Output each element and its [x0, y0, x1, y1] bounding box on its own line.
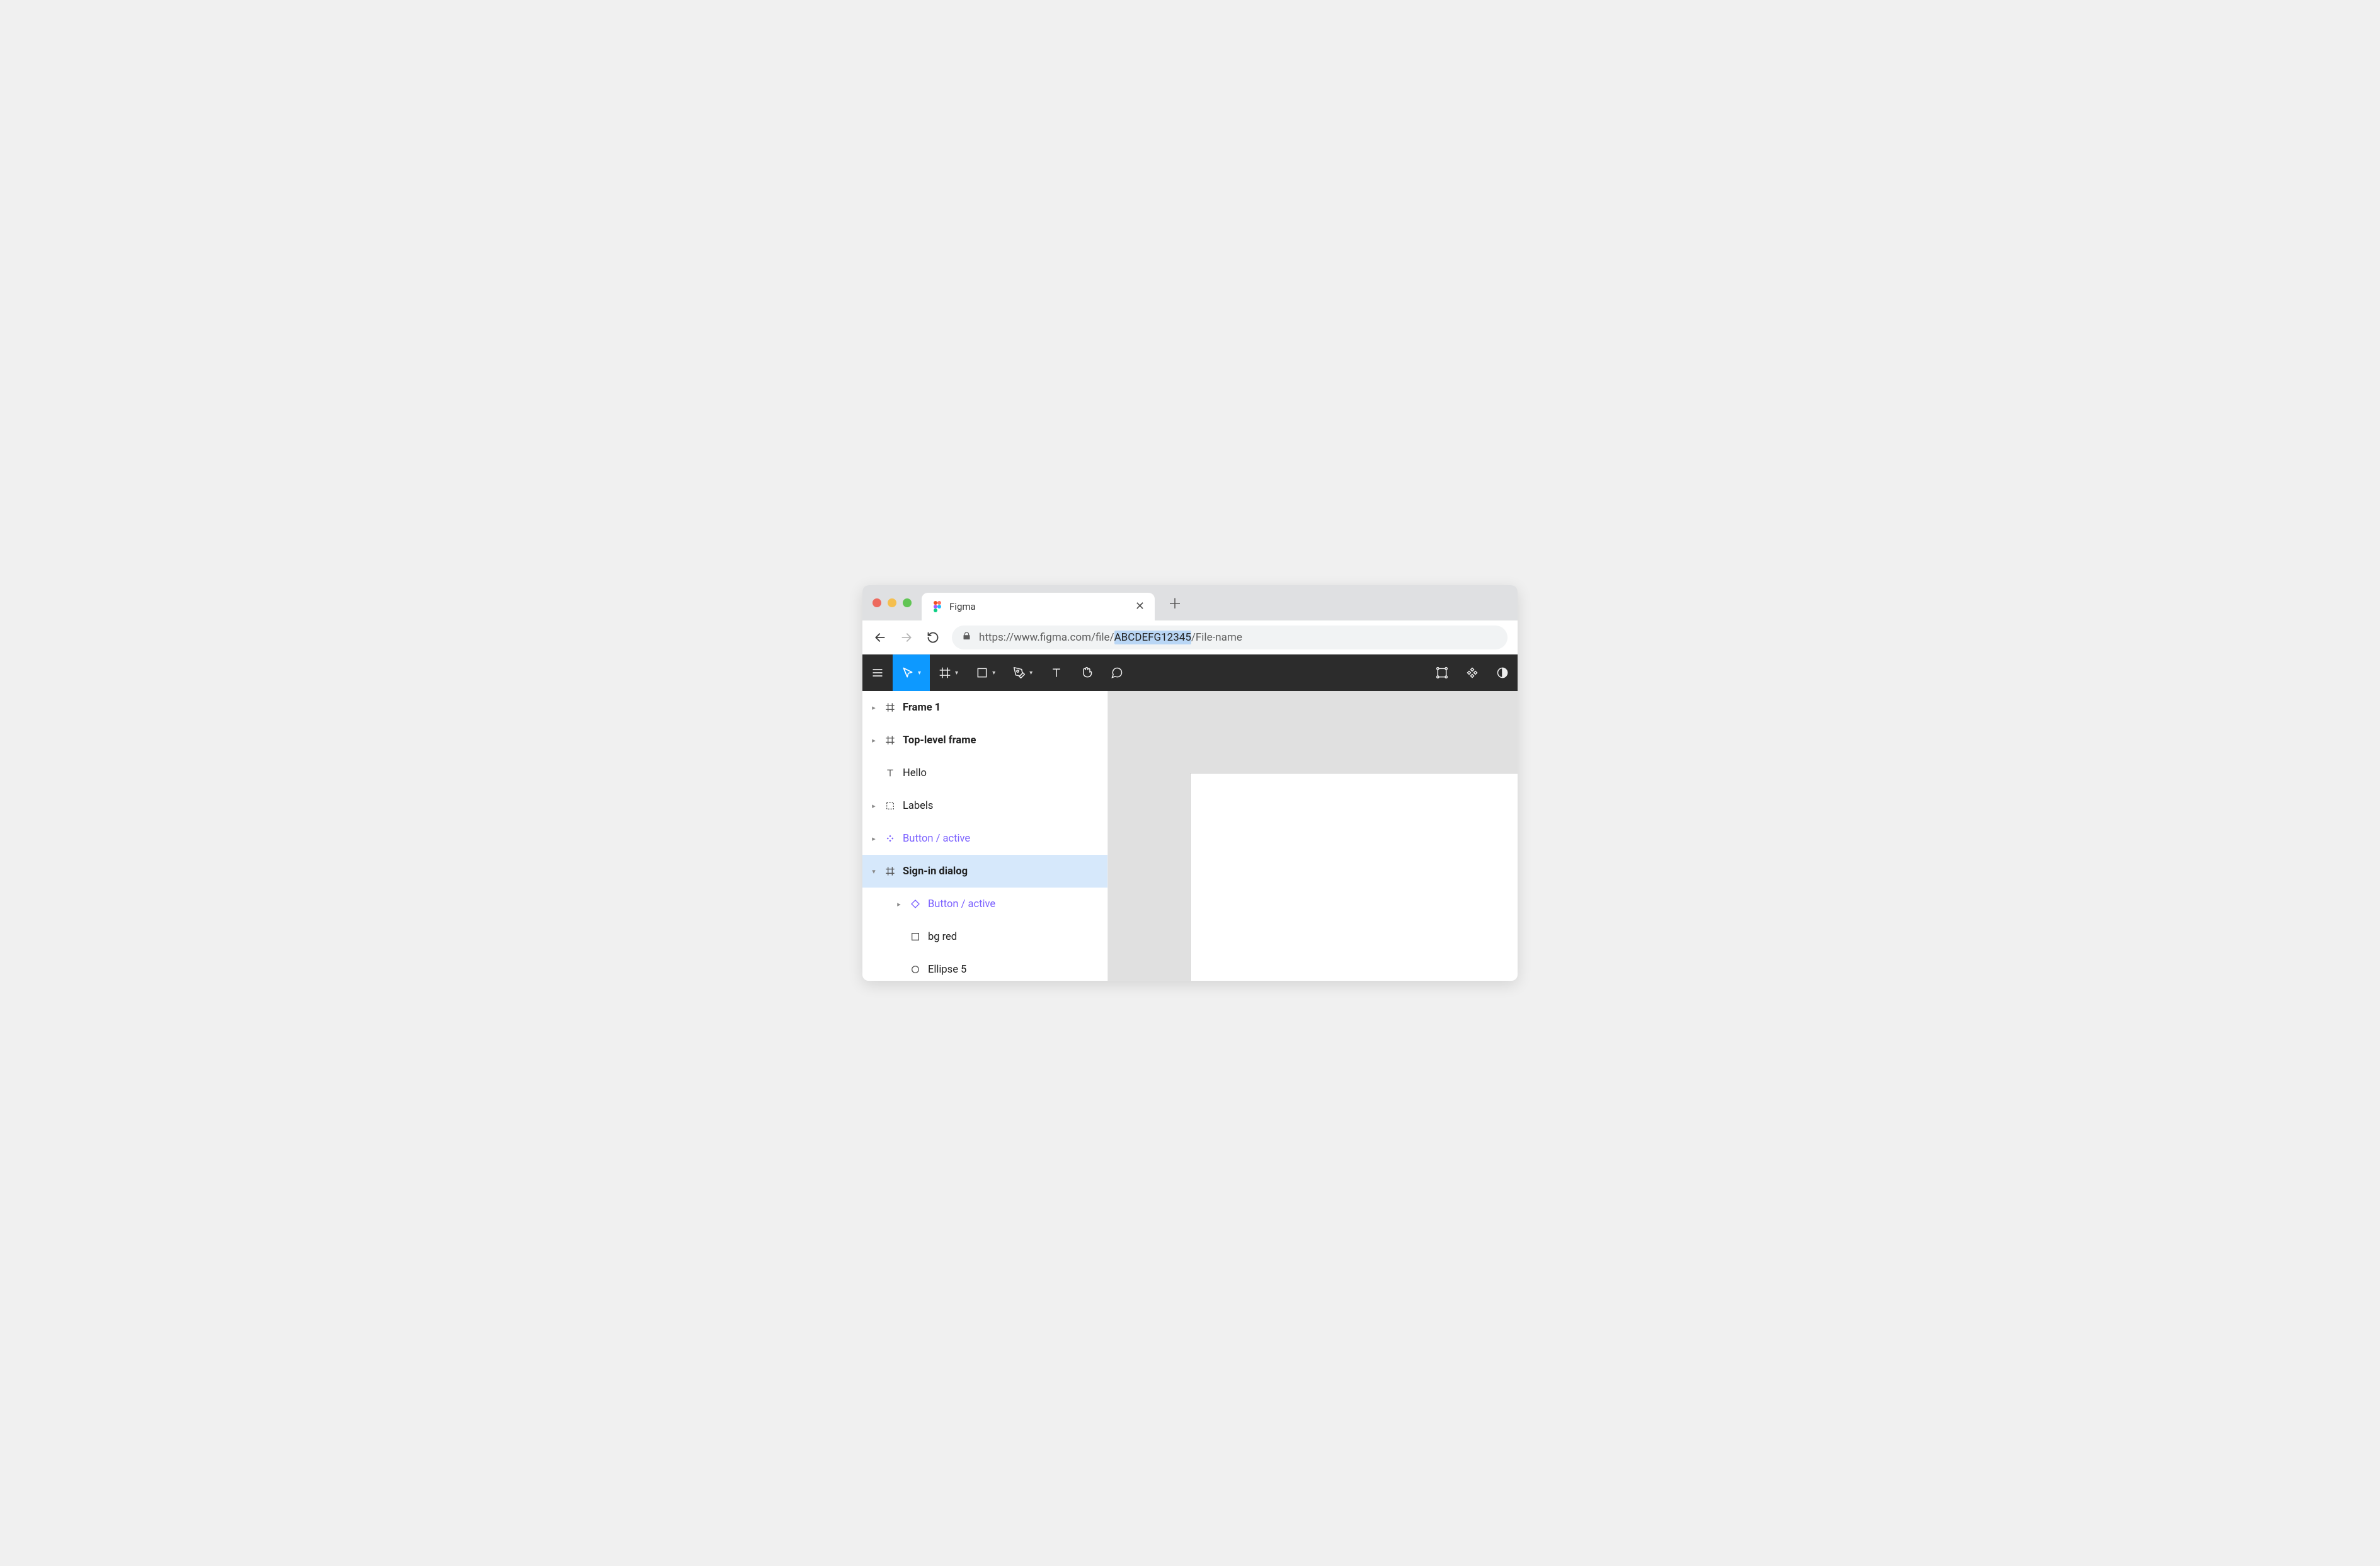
layer-row-bgred[interactable]: ▸bg red	[862, 920, 1107, 953]
chevron-down-icon: ▾	[955, 670, 958, 677]
chevron-right-icon[interactable]: ▸	[870, 802, 878, 810]
close-tab-button[interactable]: ✕	[1135, 601, 1145, 612]
layer-label: Labels	[903, 800, 933, 812]
layer-row-labels[interactable]: ▸ Labels	[862, 789, 1107, 822]
chevron-down-icon: ▾	[1029, 670, 1033, 677]
nav-reload-button[interactable]	[925, 630, 941, 645]
text-icon	[884, 768, 896, 778]
canvas-artboard[interactable]	[1190, 773, 1518, 981]
chevron-right-icon[interactable]: ▸	[870, 704, 878, 712]
layer-row-btnA[interactable]: ▸ Button / active	[862, 822, 1107, 855]
ellipse-icon	[909, 964, 922, 974]
text-tool[interactable]	[1041, 654, 1072, 691]
frame-icon	[884, 735, 896, 745]
instance-icon	[909, 899, 922, 909]
layer-label: Button / active	[903, 833, 970, 845]
url-text: https://www.figma.com/file/ABCDEFG12345/…	[979, 631, 1242, 644]
resources-button[interactable]	[1427, 654, 1457, 691]
main-menu-button[interactable]	[862, 654, 893, 691]
layer-row-btnB[interactable]: ▸ Button / active	[862, 888, 1107, 920]
chevron-right-icon[interactable]: ▸	[895, 900, 903, 908]
frame-icon	[884, 702, 896, 712]
browser-addressbar: https://www.figma.com/file/ABCDEFG12345/…	[862, 620, 1518, 654]
layers-panel: ▸Frame 1▸Top-level frame▸Hello▸Labels▸Bu…	[862, 691, 1108, 981]
nav-forward-button[interactable]	[899, 630, 914, 645]
frame-tool[interactable]: ▾	[930, 654, 967, 691]
group-icon	[884, 801, 896, 811]
layer-row-toplevel[interactable]: ▸ Top-level frame	[862, 724, 1107, 757]
move-tool[interactable]: ▾	[893, 654, 930, 691]
browser-tab[interactable]: Figma ✕	[922, 593, 1155, 620]
hand-tool[interactable]	[1072, 654, 1102, 691]
address-input[interactable]: https://www.figma.com/file/ABCDEFG12345/…	[952, 626, 1508, 649]
layer-label: Frame 1	[903, 702, 941, 714]
frame-icon	[884, 866, 896, 876]
layer-row-signin[interactable]: ▾ Sign-in dialog	[862, 855, 1107, 888]
layer-label: Top-level frame	[903, 734, 976, 746]
pen-tool[interactable]: ▾	[1004, 654, 1041, 691]
layer-label: Ellipse 5	[928, 964, 966, 976]
layer-label: Sign-in dialog	[903, 866, 968, 877]
layer-label: bg red	[928, 931, 957, 943]
figma-toolbar: ▾ ▾ ▾ ▾	[862, 654, 1518, 691]
minimize-window-button[interactable]	[888, 598, 896, 607]
components-button[interactable]	[1457, 654, 1487, 691]
canvas[interactable]	[1108, 691, 1518, 981]
lock-icon	[962, 631, 971, 644]
window-controls	[872, 598, 912, 607]
main-area: ▸Frame 1▸Top-level frame▸Hello▸Labels▸Bu…	[862, 691, 1518, 981]
zoom-window-button[interactable]	[903, 598, 912, 607]
comment-tool[interactable]	[1102, 654, 1132, 691]
figma-favicon-icon	[932, 601, 943, 612]
component-icon	[884, 833, 896, 843]
browser-tabbar: Figma ✕ ＋	[862, 585, 1518, 620]
tab-title: Figma	[949, 601, 1129, 612]
nav-back-button[interactable]	[872, 630, 888, 645]
new-tab-button[interactable]: ＋	[1162, 590, 1187, 615]
layer-row-hello[interactable]: ▸Hello	[862, 757, 1107, 789]
chevron-right-icon[interactable]: ▸	[870, 736, 878, 745]
chevron-down-icon[interactable]: ▾	[870, 867, 878, 876]
chevron-right-icon[interactable]: ▸	[870, 835, 878, 843]
rect-icon	[909, 932, 922, 942]
browser-window: Figma ✕ ＋ https://www.figma.com/file/ABC…	[862, 585, 1518, 981]
close-window-button[interactable]	[872, 598, 881, 607]
layer-label: Hello	[903, 767, 927, 779]
layer-row-ellipse5[interactable]: ▸Ellipse 5	[862, 953, 1107, 981]
chevron-down-icon: ▾	[992, 670, 995, 677]
view-mode-button[interactable]	[1487, 654, 1518, 691]
layer-label: Button / active	[928, 898, 995, 910]
chevron-down-icon: ▾	[918, 670, 921, 677]
layer-row-frame1[interactable]: ▸ Frame 1	[862, 691, 1107, 724]
shape-tool[interactable]: ▾	[967, 654, 1004, 691]
